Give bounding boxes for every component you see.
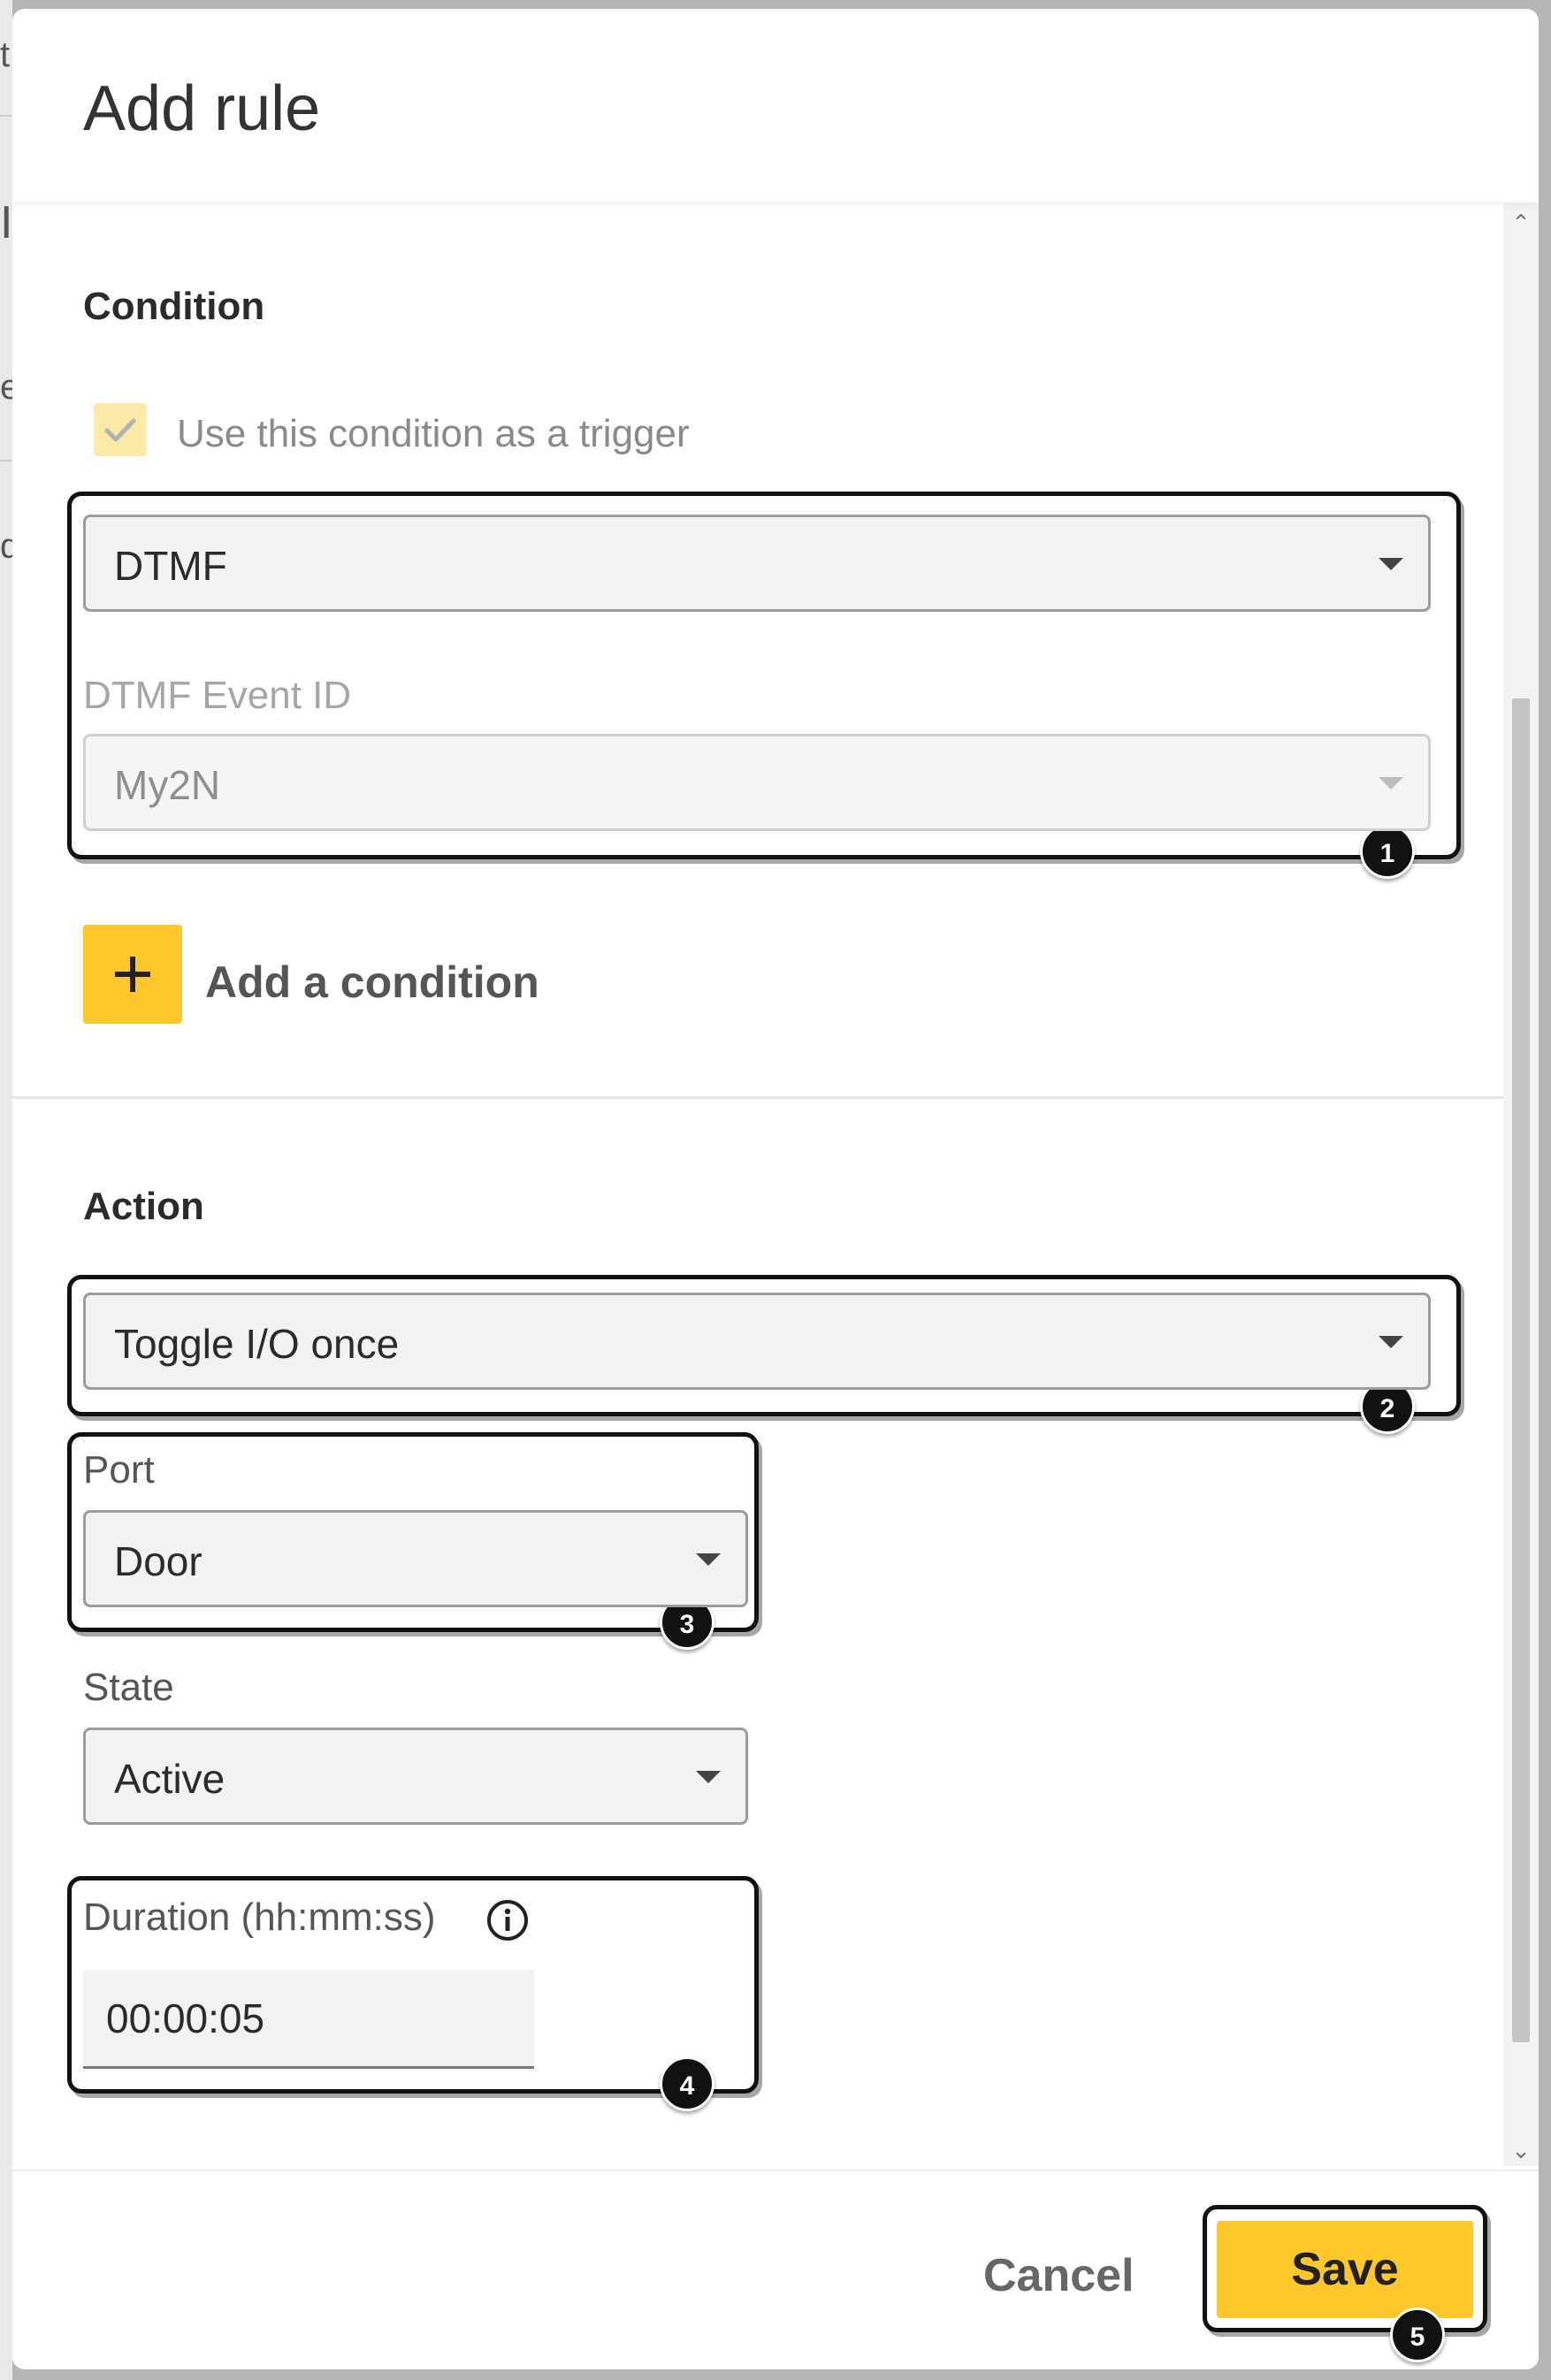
background-divider (0, 460, 12, 462)
duration-input-field[interactable] (83, 1970, 534, 2069)
trigger-checkbox[interactable] (94, 403, 147, 456)
condition-type-select[interactable]: DTMF (83, 515, 1431, 612)
state-select[interactable]: Active (83, 1728, 748, 1825)
scrollbar[interactable]: ⌃ ⌄ (1503, 203, 1539, 2166)
chevron-down-icon (1379, 777, 1403, 790)
scroll-thumb[interactable] (1512, 698, 1530, 2042)
condition-section-title: Condition (83, 285, 265, 328)
background-page: t I e d (0, 0, 19, 2380)
dialog-footer: Cancel Save 5 (12, 2170, 1539, 2369)
callout-badge-1: 1 (1360, 824, 1415, 879)
background-divider (0, 115, 12, 117)
cancel-button[interactable]: Cancel (983, 2249, 1135, 2302)
port-label: Port (83, 1448, 155, 1491)
info-icon[interactable] (485, 1897, 531, 1943)
add-condition-button[interactable] (83, 925, 182, 1024)
checkmark-icon (104, 418, 136, 442)
action-section-title: Action (83, 1185, 204, 1228)
dialog-title: Add rule (83, 73, 321, 144)
action-type-value: Toggle I/O once (114, 1321, 400, 1367)
scroll-down-arrow-icon[interactable]: ⌄ (1510, 2139, 1532, 2162)
duration-label: Duration (hh:mm:ss) (83, 1896, 436, 1939)
plus-icon (130, 957, 135, 992)
chevron-down-icon (1379, 1336, 1403, 1348)
callout-badge-5: 5 (1390, 2308, 1445, 2362)
state-value: Active (114, 1756, 225, 1802)
dtmf-event-id-select: My2N (83, 734, 1431, 831)
port-select[interactable]: Door (83, 1510, 748, 1607)
chevron-down-icon (696, 1553, 721, 1566)
add-rule-dialog: Add rule ⌃ ⌄ Condition Use this conditio… (12, 9, 1539, 2369)
trigger-checkbox-label[interactable]: Use this condition as a trigger (177, 412, 690, 456)
background-text-fragment: I (0, 197, 13, 248)
chevron-down-icon (696, 1771, 721, 1783)
callout-badge-4: 4 (660, 2056, 714, 2111)
background-text-fragment: t (0, 35, 11, 74)
dialog-header: Add rule (12, 9, 1539, 202)
scroll-up-arrow-icon[interactable]: ⌃ (1510, 211, 1532, 234)
state-label: State (83, 1666, 174, 1709)
add-condition-label[interactable]: Add a condition (205, 957, 539, 1008)
action-type-select[interactable]: Toggle I/O once (83, 1293, 1431, 1390)
duration-input[interactable] (106, 1993, 513, 2044)
section-divider (12, 1096, 1503, 1099)
condition-type-value: DTMF (114, 543, 227, 589)
dtmf-event-id-value: My2N (114, 762, 221, 808)
chevron-down-icon (1379, 558, 1403, 570)
port-value: Door (114, 1538, 202, 1584)
dtmf-event-id-label: DTMF Event ID (83, 674, 352, 717)
save-button[interactable]: Save (1217, 2221, 1473, 2318)
